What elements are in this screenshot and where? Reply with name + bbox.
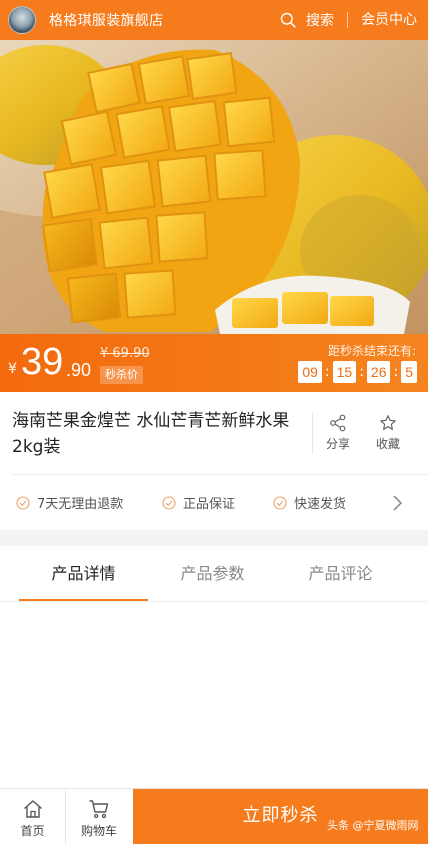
tab-product-details[interactable]: 产品详情	[19, 546, 148, 602]
countdown-hours: 09	[298, 361, 322, 383]
detail-tabs: 产品详情 产品参数 产品评论	[0, 546, 428, 602]
price-integer: 39	[21, 341, 64, 383]
currency-symbol: ¥	[8, 361, 17, 377]
guarantee-label: 正品保证	[183, 497, 236, 512]
seckill-price-bar: ¥ 39 .90 ¥ 69.90 秒杀价 距秒杀结束还有: 09 : 15 : …	[0, 334, 428, 392]
shop-name[interactable]: 格格琪服装旗舰店	[49, 10, 163, 30]
countdown-timer: 09 : 15 : 26 : 5	[298, 361, 417, 383]
product-page: 格格琪服装旗舰店 搜索 会员中心 ¥ 39 .90 ¥ 69.90 秒杀价 距秒…	[0, 0, 428, 844]
search-icon	[280, 12, 296, 28]
tab-product-reviews[interactable]: 产品评论	[276, 546, 405, 602]
countdown-separator: :	[393, 364, 399, 380]
guarantee-label: 7天无理由退款	[37, 497, 124, 512]
original-price: ¥ 69.90	[100, 346, 150, 361]
tab-product-params[interactable]: 产品参数	[148, 546, 277, 602]
search-label: 搜索	[306, 13, 334, 29]
product-title: 海南芒果金煌芒 水仙芒青芒新鲜水果 2kg装	[12, 411, 290, 457]
home-icon	[23, 800, 42, 818]
seckill-price-tag: 秒杀价	[100, 366, 143, 384]
guarantee-fast-shipping: 快速发货	[273, 475, 346, 530]
guarantee-label: 快速发货	[294, 497, 347, 512]
favorite-label: 收藏	[375, 437, 400, 451]
active-tab-indicator	[19, 599, 148, 601]
countdown-minutes: 15	[332, 361, 357, 383]
section-gap	[0, 530, 428, 546]
star-icon	[380, 415, 396, 430]
home-label: 首页	[20, 824, 45, 838]
search-button[interactable]: 搜索	[280, 0, 334, 40]
tab-content	[0, 602, 428, 788]
share-button[interactable]: 分享	[318, 414, 358, 452]
check-circle-icon	[162, 495, 176, 510]
top-header: 格格琪服装旗舰店 搜索 会员中心	[0, 0, 428, 40]
member-center-link[interactable]: 会员中心	[361, 0, 417, 40]
check-circle-icon	[273, 495, 287, 510]
countdown-label: 距秒杀结束还有:	[327, 344, 416, 358]
shop-avatar[interactable]	[8, 6, 36, 34]
share-label: 分享	[325, 437, 350, 451]
guarantee-refund: 7天无理由退款	[16, 475, 123, 530]
favorite-button[interactable]: 收藏	[368, 414, 408, 452]
countdown-seconds: 26	[366, 361, 391, 383]
cart-label: 购物车	[80, 824, 117, 838]
cart-button[interactable]: 购物车	[66, 789, 132, 844]
countdown-tenths: 5	[401, 361, 417, 383]
home-button[interactable]: 首页	[0, 789, 66, 844]
product-info: 海南芒果金煌芒 水仙芒青芒新鲜水果 2kg装 分享 收藏	[0, 392, 428, 474]
bottom-action-bar: 首页 购物车 立即秒杀	[0, 788, 428, 844]
header-divider	[347, 12, 348, 28]
countdown-separator: :	[324, 364, 330, 380]
service-guarantees[interactable]: 7天无理由退款 正品保证 快速发货	[0, 475, 428, 530]
cart-icon	[89, 800, 109, 819]
product-image[interactable]	[0, 40, 428, 334]
check-circle-icon	[16, 495, 30, 510]
chevron-right-icon[interactable]	[391, 494, 403, 512]
share-icon	[330, 414, 346, 432]
guarantee-authentic: 正品保证	[162, 475, 235, 530]
mango-image	[0, 40, 428, 334]
watermark: 头条 @宁夏微雨网	[327, 819, 419, 832]
countdown-separator: :	[359, 364, 364, 380]
title-divider	[312, 412, 313, 454]
price-decimal: .90	[66, 360, 92, 380]
